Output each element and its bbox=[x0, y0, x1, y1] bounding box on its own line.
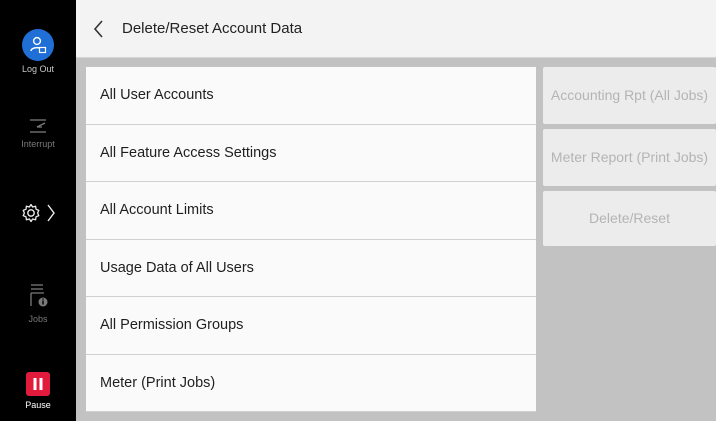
meter-report-button[interactable]: Meter Report (Print Jobs) bbox=[543, 129, 716, 186]
jobs-button[interactable]: Jobs bbox=[0, 282, 76, 324]
logout-icon bbox=[22, 29, 54, 61]
logout-button[interactable]: Log Out bbox=[0, 29, 76, 74]
chevron-left-icon bbox=[93, 19, 103, 38]
main-panel: All User Accounts All Feature Access Set… bbox=[76, 58, 716, 421]
page-title: Delete/Reset Account Data bbox=[122, 20, 303, 37]
interrupt-label: Interrupt bbox=[21, 139, 55, 149]
list-item-meter-print-jobs[interactable]: Meter (Print Jobs) bbox=[86, 354, 536, 412]
action-panel: Accounting Rpt (All Jobs) Meter Report (… bbox=[543, 67, 716, 251]
pause-label: Pause bbox=[25, 400, 51, 410]
list-item-all-user-accounts[interactable]: All User Accounts bbox=[86, 67, 536, 125]
list-item-usage-data-of-all-users[interactable]: Usage Data of All Users bbox=[86, 239, 536, 297]
list-item-all-permission-groups[interactable]: All Permission Groups bbox=[86, 297, 536, 355]
pause-button[interactable]: Pause bbox=[0, 372, 76, 410]
side-rail: Log Out Interrupt Jobs Pause bbox=[0, 0, 76, 421]
logout-label: Log Out bbox=[21, 64, 55, 74]
reset-options-list: All User Accounts All Feature Access Set… bbox=[86, 67, 536, 412]
back-button[interactable] bbox=[76, 0, 122, 58]
page-header: Delete/Reset Account Data bbox=[76, 0, 716, 58]
pause-icon bbox=[26, 372, 50, 396]
chevron-right-icon bbox=[47, 204, 55, 222]
interrupt-icon bbox=[30, 119, 46, 133]
jobs-label: Jobs bbox=[28, 314, 48, 324]
accounting-report-button[interactable]: Accounting Rpt (All Jobs) bbox=[543, 67, 716, 124]
delete-reset-button[interactable]: Delete/Reset bbox=[543, 191, 716, 246]
device-settings-button[interactable] bbox=[0, 202, 76, 224]
list-item-all-account-limits[interactable]: All Account Limits bbox=[86, 182, 536, 240]
list-item-all-feature-access-settings[interactable]: All Feature Access Settings bbox=[86, 124, 536, 182]
interrupt-button[interactable]: Interrupt bbox=[0, 117, 76, 149]
jobs-icon bbox=[30, 284, 48, 307]
gear-icon bbox=[22, 203, 40, 223]
